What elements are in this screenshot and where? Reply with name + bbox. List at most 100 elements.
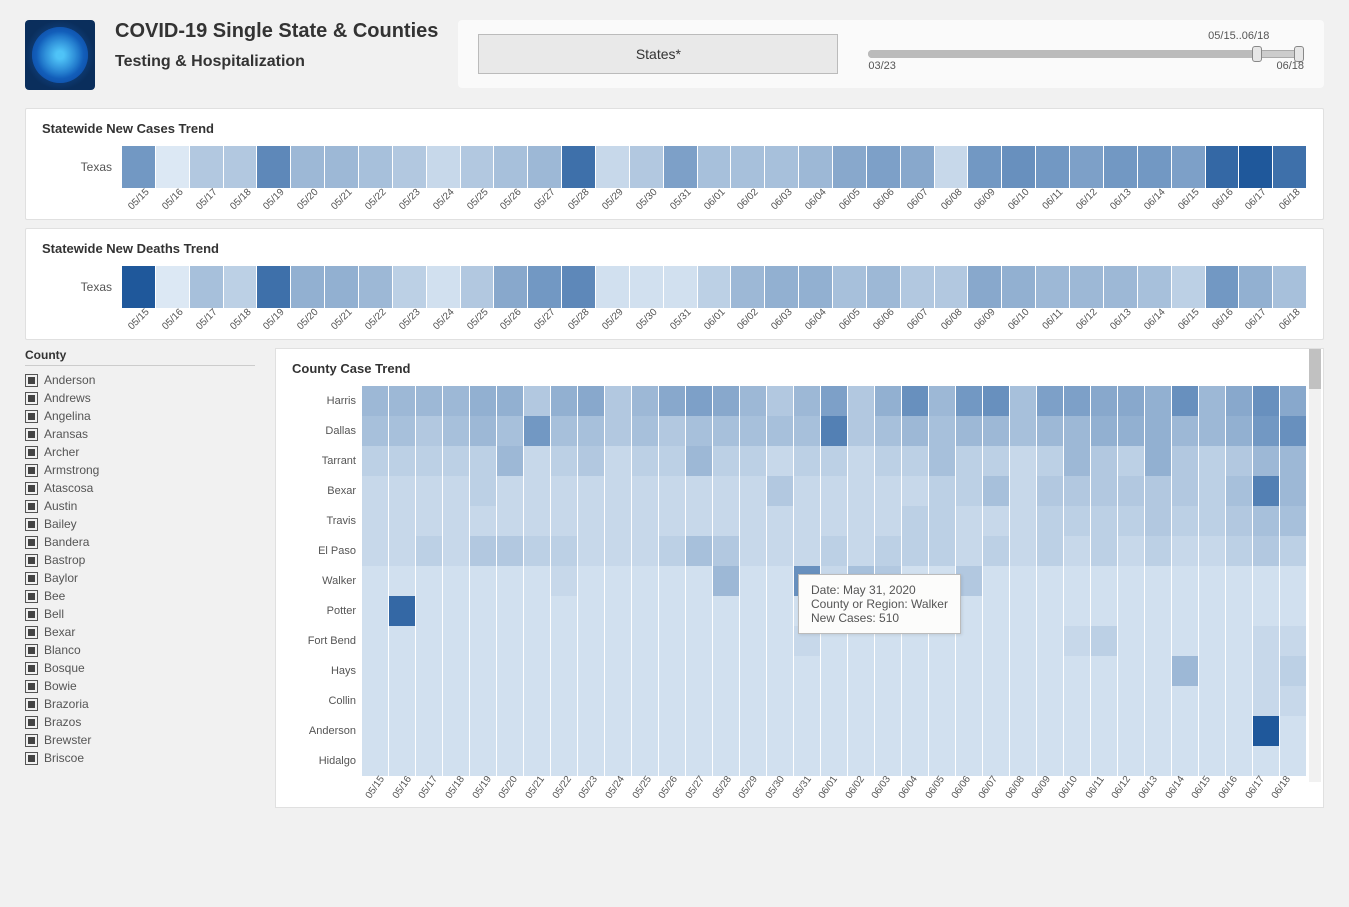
heatmap-cell[interactable] [929, 476, 956, 506]
heatmap-cell[interactable] [1037, 386, 1064, 416]
heatmap-cell[interactable] [389, 746, 416, 776]
heatmap-cell[interactable] [1118, 506, 1145, 536]
heatmap-cell[interactable] [416, 386, 443, 416]
heatmap-cell[interactable] [1091, 716, 1118, 746]
heatmap-cell[interactable] [821, 686, 848, 716]
heatmap-cell[interactable] [443, 656, 470, 686]
checkbox-icon[interactable] [25, 374, 38, 387]
heatmap-cell[interactable] [1172, 596, 1199, 626]
heatmap-cell[interactable] [1206, 146, 1240, 188]
heatmap-cell[interactable] [632, 596, 659, 626]
heatmap-cell[interactable] [740, 506, 767, 536]
heatmap-cell[interactable] [1253, 566, 1280, 596]
heatmap-cell[interactable] [551, 506, 578, 536]
heatmap-cell[interactable] [740, 596, 767, 626]
heatmap-cell[interactable] [497, 416, 524, 446]
heatmap-cell[interactable] [659, 626, 686, 656]
county-filter-item[interactable]: Bastrop [25, 551, 255, 569]
checkbox-icon[interactable] [25, 680, 38, 693]
heatmap-cell[interactable] [929, 656, 956, 686]
heatmap-cell[interactable] [524, 476, 551, 506]
heatmap-cell[interactable] [1064, 746, 1091, 776]
heatmap-cell[interactable] [1118, 476, 1145, 506]
heatmap-cell[interactable] [1280, 596, 1307, 626]
heatmap-cell[interactable] [983, 446, 1010, 476]
heatmap-cell[interactable] [1064, 716, 1091, 746]
heatmap-cell[interactable] [956, 536, 983, 566]
heatmap-cell[interactable] [848, 656, 875, 686]
county-filter-item[interactable]: Bosque [25, 659, 255, 677]
heatmap-cell[interactable] [1226, 566, 1253, 596]
heatmap-cell[interactable] [929, 686, 956, 716]
heatmap-cell[interactable] [956, 476, 983, 506]
checkbox-icon[interactable] [25, 608, 38, 621]
heatmap-cell[interactable] [799, 146, 833, 188]
heatmap-cell[interactable] [389, 566, 416, 596]
heatmap-cell[interactable] [578, 716, 605, 746]
heatmap-cell[interactable] [524, 386, 551, 416]
heatmap-cell[interactable] [956, 386, 983, 416]
heatmap-cell[interactable] [875, 386, 902, 416]
heatmap-cell[interactable] [902, 716, 929, 746]
heatmap-cell[interactable] [578, 686, 605, 716]
heatmap-cell[interactable] [1226, 686, 1253, 716]
heatmap-cell[interactable] [630, 146, 664, 188]
heatmap-cell[interactable] [1118, 596, 1145, 626]
heatmap-cell[interactable] [983, 656, 1010, 686]
heatmap-cell[interactable] [686, 626, 713, 656]
checkbox-icon[interactable] [25, 590, 38, 603]
heatmap-cell[interactable] [1037, 716, 1064, 746]
heatmap-cell[interactable] [659, 596, 686, 626]
heatmap-cell[interactable] [389, 716, 416, 746]
heatmap-cell[interactable] [731, 266, 765, 308]
heatmap-cell[interactable] [578, 386, 605, 416]
heatmap-cell[interactable] [156, 146, 190, 188]
heatmap-cell[interactable] [470, 746, 497, 776]
heatmap-cell[interactable] [875, 416, 902, 446]
checkbox-icon[interactable] [25, 626, 38, 639]
heatmap-cell[interactable] [935, 146, 969, 188]
county-filter-item[interactable]: Blanco [25, 641, 255, 659]
heatmap-cell[interactable] [740, 716, 767, 746]
checkbox-icon[interactable] [25, 752, 38, 765]
heatmap-cell[interactable] [821, 506, 848, 536]
heatmap-cell[interactable] [1091, 596, 1118, 626]
heatmap-cell[interactable] [362, 686, 389, 716]
heatmap-cell[interactable] [524, 566, 551, 596]
county-filter-item[interactable]: Aransas [25, 425, 255, 443]
heatmap-cell[interactable] [1145, 506, 1172, 536]
county-filter-item[interactable]: Bee [25, 587, 255, 605]
heatmap-cell[interactable] [632, 416, 659, 446]
heatmap-cell[interactable] [632, 506, 659, 536]
heatmap-cell[interactable] [1280, 626, 1307, 656]
heatmap-cell[interactable] [605, 446, 632, 476]
heatmap-cell[interactable] [1104, 266, 1138, 308]
checkbox-icon[interactable] [25, 446, 38, 459]
heatmap-cell[interactable] [1199, 716, 1226, 746]
heatmap-cell[interactable] [1239, 146, 1273, 188]
heatmap-cell[interactable] [740, 566, 767, 596]
heatmap-cell[interactable] [1226, 506, 1253, 536]
heatmap-cell[interactable] [551, 716, 578, 746]
heatmap-cell[interactable] [551, 596, 578, 626]
heatmap-cell[interactable] [389, 656, 416, 686]
heatmap-cell[interactable] [821, 746, 848, 776]
heatmap-cell[interactable] [1138, 266, 1172, 308]
heatmap-cell[interactable] [389, 686, 416, 716]
heatmap-cell[interactable] [821, 536, 848, 566]
heatmap-cell[interactable] [551, 446, 578, 476]
heatmap-cell[interactable] [443, 566, 470, 596]
heatmap-cell[interactable] [983, 746, 1010, 776]
heatmap-cell[interactable] [416, 716, 443, 746]
heatmap-cell[interactable] [427, 266, 461, 308]
heatmap-cell[interactable] [443, 536, 470, 566]
heatmap-cell[interactable] [1064, 656, 1091, 686]
heatmap-cell[interactable] [362, 386, 389, 416]
heatmap-cell[interactable] [901, 266, 935, 308]
heatmap-cell[interactable] [605, 596, 632, 626]
heatmap-cell[interactable] [578, 656, 605, 686]
heatmap-cell[interactable] [362, 536, 389, 566]
heatmap-cell[interactable] [1239, 266, 1273, 308]
heatmap-cell[interactable] [713, 686, 740, 716]
heatmap-cell[interactable] [562, 146, 596, 188]
